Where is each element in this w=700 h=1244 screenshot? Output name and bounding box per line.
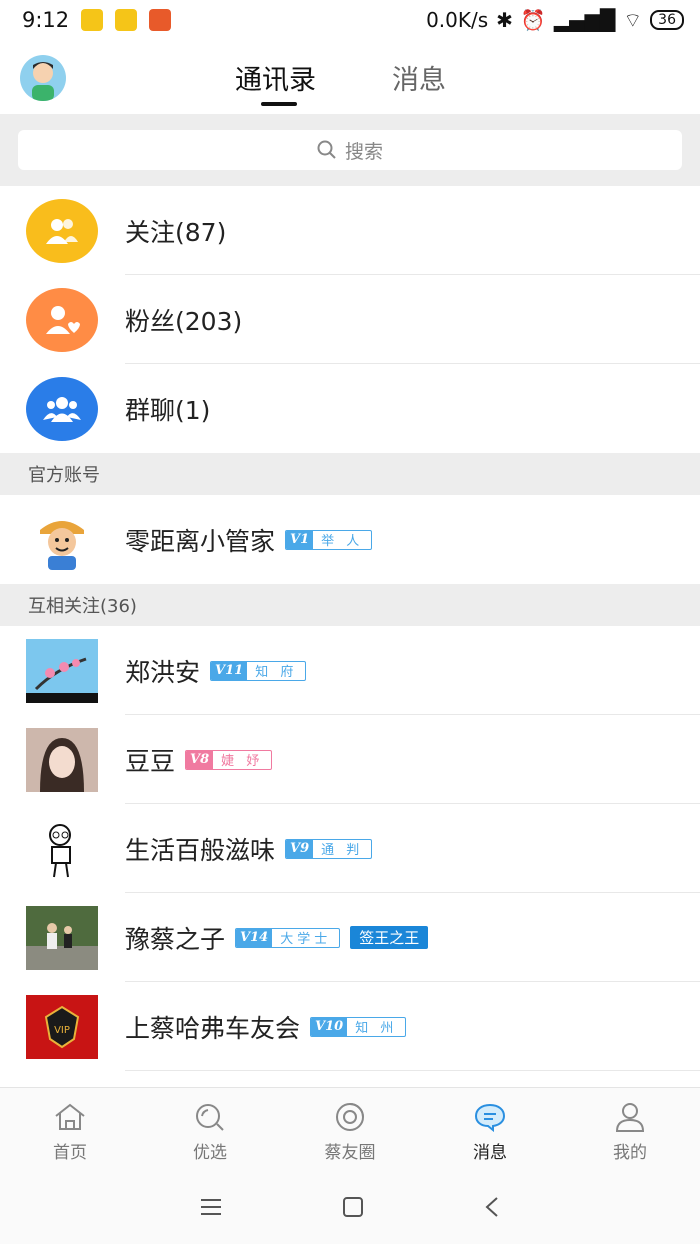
bluetooth-icon: ✱ [496, 8, 513, 32]
alarm-icon: ⏰ [520, 8, 546, 32]
level-badge: V11 知 府 [210, 660, 307, 681]
profile-icon [615, 1103, 645, 1132]
music-notification-icon [149, 9, 172, 31]
menu-icon[interactable] [200, 1198, 222, 1216]
contact-avatar: VIP [26, 994, 98, 1059]
honor-tag: 签王之王 [350, 926, 429, 949]
nav-home[interactable]: 首页 [0, 1088, 140, 1169]
list-item-contact[interactable]: VIP 上蔡哈弗车友会 V10 知 州 [0, 982, 700, 1071]
list-item-group-chat[interactable]: 群聊(1) [0, 364, 700, 453]
network-speed: 0.0K/s [426, 8, 489, 32]
back-icon[interactable] [484, 1196, 500, 1218]
nav-profile-label: 我的 [613, 1143, 647, 1163]
moments-icon [336, 1103, 364, 1131]
home-icon [55, 1103, 85, 1130]
battery-indicator: 36 [650, 10, 684, 30]
divider [125, 1070, 700, 1071]
weibo-notification-icon [115, 9, 138, 31]
signal-icon: ▂▄▆█ [553, 8, 616, 32]
contact-avatar [26, 638, 98, 703]
wifi-icon: ⌔ [623, 7, 643, 32]
list-item-fans[interactable]: 粉丝(203) [0, 275, 700, 364]
contact-name: 生活百般滋味 [125, 835, 276, 865]
status-time: 9:12 [22, 8, 70, 32]
nav-featured-label: 优选 [193, 1143, 227, 1163]
search-placeholder: 搜索 [344, 140, 383, 163]
list-item-official-account[interactable]: 零距离小管家 V1 举 人 [0, 495, 700, 584]
nav-profile[interactable]: 我的 [560, 1088, 700, 1169]
search-discover-icon [196, 1104, 224, 1131]
svg-text:VIP: VIP [54, 1025, 70, 1036]
nav-featured[interactable]: 优选 [140, 1088, 280, 1169]
fans-label: 粉丝(203) [125, 306, 243, 336]
contact-avatar [26, 507, 98, 572]
system-nav-bar [0, 1169, 700, 1244]
status-bar: 9:12 0.0K/s ✱ ⏰ ▂▄▆█ ⌔ 36 [0, 0, 700, 40]
search-input[interactable]: 搜索 [18, 130, 682, 170]
level-badge: V14 大学士 [235, 927, 341, 948]
follow-icon [26, 198, 98, 263]
fans-icon [26, 287, 98, 352]
weibo-notification-icon [81, 9, 104, 31]
list-item-contact[interactable]: 豆豆 V8 婕 妤 [0, 715, 700, 804]
tab-contacts[interactable]: 通讯录 [235, 58, 316, 97]
list-item-follow[interactable]: 关注(87) [0, 186, 700, 275]
group-chat-label: 群聊(1) [125, 395, 211, 425]
list-item-contact[interactable]: 豫蔡之子 V14 大学士 签王之王 [0, 893, 700, 982]
nav-home-label: 首页 [53, 1143, 87, 1163]
nav-messages-label: 消息 [473, 1143, 507, 1163]
level-badge: V1 举 人 [285, 529, 373, 550]
nav-moments-label: 蔡友圈 [324, 1143, 376, 1163]
contact-name: 豫蔡之子 [125, 924, 226, 954]
contact-name: 郑洪安 [125, 657, 201, 687]
level-badge: V10 知 州 [310, 1016, 407, 1037]
contact-name: 上蔡哈弗车友会 [125, 1013, 301, 1043]
group-chat-icon [26, 376, 98, 441]
contact-avatar [26, 727, 98, 792]
contact-name: 零距离小管家 [125, 526, 276, 556]
level-badge: V9 通 判 [285, 838, 373, 859]
section-header-mutual: 互相关注(36) [0, 584, 700, 626]
follow-label: 关注(87) [125, 217, 227, 247]
user-avatar[interactable] [20, 55, 66, 101]
list-item-contact[interactable]: 郑洪安 V11 知 府 [0, 626, 700, 715]
message-icon [474, 1103, 506, 1132]
top-bar: 通讯录 消息 [0, 40, 700, 114]
contact-name: 豆豆 [125, 746, 176, 776]
search-area: 搜索 [0, 114, 700, 186]
search-icon [317, 140, 336, 159]
level-badge: V8 婕 妤 [185, 749, 273, 770]
active-tab-indicator [261, 102, 297, 106]
contact-avatar [26, 816, 98, 881]
nav-moments[interactable]: 蔡友圈 [280, 1088, 420, 1169]
tab-messages[interactable]: 消息 [392, 58, 446, 97]
bottom-nav: 首页 优选 蔡友圈 消息 我的 [0, 1087, 700, 1169]
section-header-official: 官方账号 [0, 453, 700, 495]
list-item-contact[interactable]: 生活百般滋味 V9 通 判 [0, 804, 700, 893]
home-square-icon[interactable] [342, 1196, 364, 1218]
contact-avatar [26, 905, 98, 970]
nav-messages[interactable]: 消息 [420, 1088, 560, 1169]
